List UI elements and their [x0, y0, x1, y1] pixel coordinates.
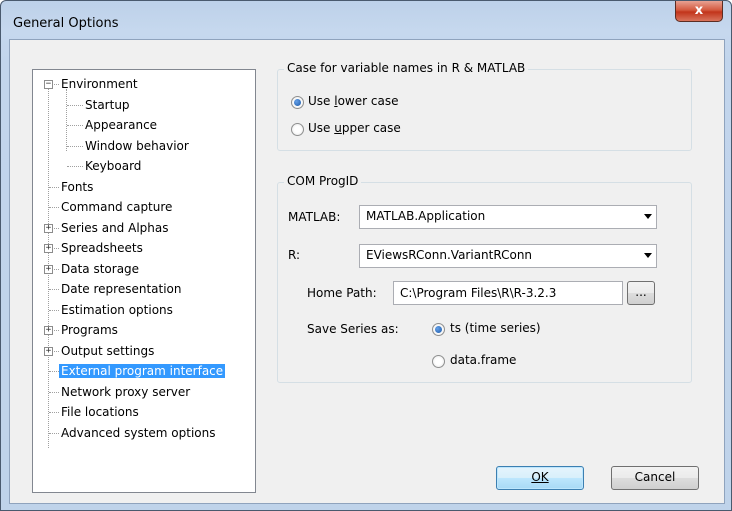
tree-item[interactable]: Output settings — [61, 342, 154, 360]
tree-item[interactable]: Advanced system options — [61, 424, 215, 442]
tree-item-label: Data storage — [61, 261, 140, 276]
tree-item-label: Command capture — [61, 200, 173, 214]
tree-item-label: Fonts — [61, 179, 94, 194]
cancel-button-label: Cancel — [634, 470, 676, 484]
tree-item[interactable]: Series and Alphas — [61, 219, 168, 237]
r-progid-select[interactable]: EViewsRConn.VariantRConn — [359, 244, 657, 268]
matlab-label: MATLAB: — [288, 210, 341, 224]
tree-item-label: Estimation options — [61, 302, 173, 317]
matlab-progid-select[interactable]: MATLAB.Application — [359, 205, 657, 229]
tree-connector — [67, 125, 83, 126]
dataframe-radio[interactable] — [432, 355, 445, 368]
tree-item-label: Date representation — [61, 282, 182, 296]
tree-item[interactable]: Date representation — [61, 280, 182, 298]
tree-connector — [49, 432, 59, 434]
tree-item-label: Environment — [61, 77, 138, 91]
close-button[interactable]: x — [675, 1, 723, 22]
r-label: R: — [288, 248, 301, 262]
expand-icon[interactable]: + — [44, 244, 53, 253]
tree-item[interactable]: Fonts — [61, 178, 93, 196]
options-tree[interactable]: Environment − Startup Appearance Window beha… — [32, 69, 256, 493]
tree-item-label: External program interface — [59, 364, 226, 378]
tree-item[interactable]: Programs — [61, 321, 118, 339]
expand-icon[interactable]: + — [44, 326, 53, 335]
expand-icon[interactable]: + — [44, 264, 53, 274]
case-group: Case for variable names in R & MATLAB Us… — [277, 61, 692, 151]
tree-connector — [67, 166, 83, 167]
general-options-window: General Options x Environment − Startup App… — [0, 0, 732, 511]
browse-button[interactable]: ... — [627, 281, 655, 305]
expand-icon[interactable]: + — [44, 346, 53, 356]
tree-item[interactable]: File locations — [61, 403, 139, 421]
tree-connector — [49, 186, 59, 188]
case-group-title: Case for variable names in R & MATLAB — [284, 61, 529, 75]
tree-connector — [49, 289, 59, 290]
chevron-down-icon[interactable] — [644, 214, 652, 219]
tree-child-line — [66, 89, 67, 151]
tree-item[interactable]: Data storage — [61, 260, 139, 278]
dataframe-label[interactable]: data.frame — [450, 353, 516, 367]
lower-case-radio[interactable] — [291, 96, 304, 109]
tree-item-label: Keyboard — [85, 159, 142, 173]
tree-item-label: Spreadsheets — [61, 241, 143, 255]
close-icon: x — [694, 3, 704, 18]
com-group-title: COM ProgID — [284, 174, 362, 188]
ok-button[interactable]: OK — [496, 466, 584, 490]
ok-button-label: OK — [531, 470, 549, 484]
tree-item-label: Programs — [61, 323, 118, 337]
tree-item-label: Output settings — [61, 343, 155, 358]
tree-connector — [67, 145, 83, 147]
tree-item[interactable]: Command capture — [61, 198, 172, 216]
r-progid-value: EViewsRConn.VariantRConn — [366, 248, 533, 262]
home-path-field[interactable] — [393, 281, 623, 305]
tree-item-label: Series and Alphas — [61, 220, 169, 235]
ts-label[interactable]: ts (time series) — [450, 321, 541, 335]
home-path-input[interactable] — [394, 282, 622, 304]
expand-icon[interactable]: + — [44, 223, 53, 233]
com-progid-group: COM ProgID MATLAB: MATLAB.Application R:… — [277, 174, 692, 383]
tree-connector — [49, 207, 59, 208]
tree-item[interactable]: Spreadsheets — [61, 239, 143, 257]
upper-case-label[interactable]: Use upper case — [308, 121, 401, 135]
tree-item[interactable]: Window behavior — [85, 137, 189, 155]
tree-connector — [67, 104, 83, 106]
tree-item[interactable]: Environment — [61, 75, 138, 93]
tree-connector — [49, 309, 59, 311]
home-path-label: Home Path: — [307, 286, 377, 300]
window-title: General Options — [13, 16, 119, 31]
tree-item-label: Advanced system options — [61, 425, 216, 440]
chevron-down-icon[interactable] — [644, 253, 652, 258]
lower-case-label[interactable]: Use lower case — [308, 94, 398, 108]
ts-radio[interactable] — [432, 323, 445, 336]
tree-item[interactable]: Network proxy server — [61, 383, 190, 401]
tree-item-label: Window behavior — [85, 138, 189, 153]
tree-item-label: Network proxy server — [61, 384, 191, 399]
tree-connector — [49, 391, 59, 393]
tree-item[interactable]: Startup — [85, 96, 130, 114]
tree-item[interactable]: Keyboard — [85, 157, 141, 175]
tree-item[interactable]: External program interface — [59, 362, 226, 380]
matlab-progid-value: MATLAB.Application — [366, 209, 486, 223]
cancel-button[interactable]: Cancel — [611, 466, 699, 490]
tree-connector — [49, 371, 59, 372]
tree-item-label: Startup — [85, 97, 130, 112]
upper-case-radio[interactable] — [291, 123, 304, 136]
dialog-client-area: Environment − Startup Appearance Window beha… — [9, 39, 725, 504]
tree-item[interactable]: Estimation options — [61, 301, 173, 319]
tree-item[interactable]: Appearance — [85, 116, 157, 134]
tree-item-label: Appearance — [85, 118, 158, 132]
title-bar[interactable]: General Options x — [1, 1, 731, 39]
save-series-label: Save Series as: — [307, 322, 399, 336]
tree-item-label: File locations — [61, 405, 139, 419]
collapse-icon[interactable]: − — [44, 80, 53, 89]
tree-connector — [49, 412, 59, 413]
